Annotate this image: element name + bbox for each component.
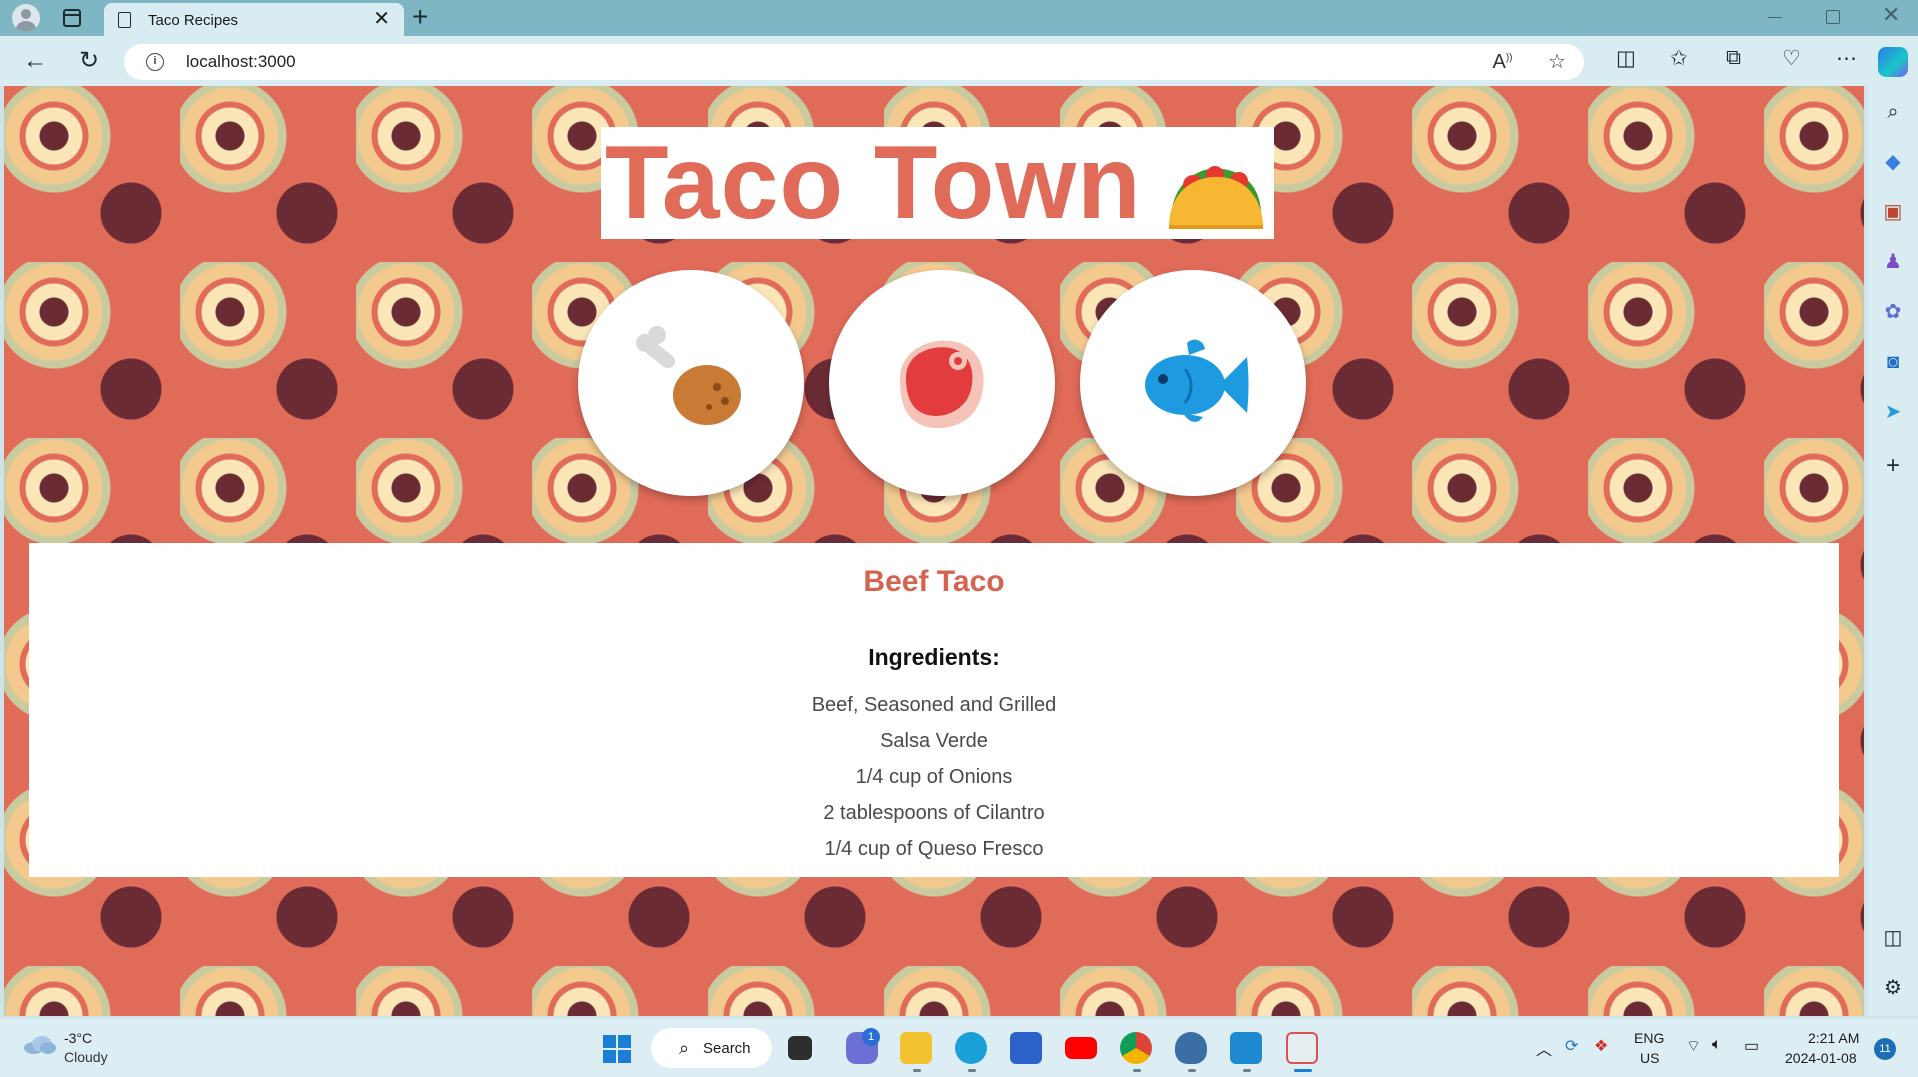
site-info-icon[interactable]: i bbox=[146, 53, 164, 71]
copilot-icon[interactable] bbox=[1878, 47, 1908, 77]
clock-date[interactable]: 2024-01-08 bbox=[1785, 1050, 1857, 1066]
running-indicator bbox=[1133, 1069, 1141, 1072]
site-title: Taco Town bbox=[605, 125, 1142, 241]
sync-icon[interactable]: ⟳ bbox=[1565, 1036, 1578, 1056]
ingredients-heading: Ingredients: bbox=[868, 644, 1000, 670]
keyboard-layout-indicator[interactable]: US bbox=[1640, 1050, 1659, 1066]
edge-browser-icon[interactable] bbox=[955, 1032, 987, 1064]
page-document-icon bbox=[118, 12, 131, 28]
page-viewport: Taco Town Beef Taco Ingredients: Beef, S… bbox=[4, 86, 1864, 1016]
edge-sidebar: ⌕ ◆ ▣ ♟ ✿ ◙ ➤ + ◫ ⚙ bbox=[1868, 86, 1918, 1016]
read-aloud-icon[interactable]: A)) bbox=[1492, 51, 1512, 73]
close-window-button[interactable]: ✕ bbox=[1882, 2, 1900, 28]
favorite-star-icon[interactable]: ☆ bbox=[1548, 51, 1566, 73]
ingredient-item: 1/4 cup of Queso Fresco bbox=[824, 838, 1044, 860]
tab-title: Taco Recipes bbox=[148, 12, 239, 29]
ingredient-item: 1/4 cup of Onions bbox=[855, 766, 1013, 788]
tab-actions-icon[interactable] bbox=[63, 9, 81, 27]
profile-avatar-icon[interactable] bbox=[12, 4, 40, 32]
running-indicator bbox=[1188, 1069, 1196, 1072]
add-sidebar-app-icon[interactable]: + bbox=[1881, 454, 1905, 478]
poultry-leg-icon bbox=[636, 326, 741, 425]
close-tab-button[interactable]: ✕ bbox=[373, 8, 390, 30]
fish-category-button[interactable] bbox=[1080, 270, 1306, 496]
restore-window-button[interactable] bbox=[1826, 10, 1840, 24]
new-tab-button[interactable]: + bbox=[412, 2, 428, 32]
cloud-icon[interactable] bbox=[22, 1034, 56, 1054]
settings-gear-icon[interactable]: ⚙ bbox=[1881, 976, 1905, 1000]
weather-temperature[interactable]: -3°C bbox=[64, 1030, 92, 1046]
cut-of-meat-icon bbox=[900, 340, 984, 429]
collections-icon[interactable]: ⧉ bbox=[1726, 46, 1741, 70]
app-tray-icon[interactable]: ❖ bbox=[1594, 1036, 1608, 1056]
ingredient-item: 2 tablespoons of Cilantro bbox=[823, 802, 1045, 824]
browser-essentials-icon[interactable]: ♡ bbox=[1782, 46, 1801, 71]
wifi-icon[interactable]: ⌔ bbox=[1686, 1036, 1701, 1056]
hide-sidebar-icon[interactable]: ◫ bbox=[1881, 926, 1905, 950]
more-options-icon[interactable]: ⋯ bbox=[1836, 46, 1857, 71]
weather-condition[interactable]: Cloudy bbox=[64, 1049, 108, 1065]
beef-category-button[interactable] bbox=[829, 270, 1055, 496]
split-screen-icon[interactable]: ◫ bbox=[1616, 46, 1636, 71]
ingredient-item: Salsa Verde bbox=[880, 730, 988, 752]
search-icon: ⌕ bbox=[679, 1038, 690, 1058]
snipping-tool-icon[interactable] bbox=[1286, 1032, 1318, 1064]
chicken-category-button[interactable] bbox=[578, 270, 804, 496]
language-indicator[interactable]: ENG bbox=[1634, 1030, 1664, 1046]
taco-icon bbox=[1169, 166, 1263, 229]
youtube-icon[interactable] bbox=[1065, 1037, 1097, 1059]
show-hidden-icons-chevron-icon[interactable]: ︿ bbox=[1536, 1036, 1552, 1060]
active-indicator bbox=[1294, 1069, 1312, 1072]
outlook-icon[interactable]: ◙ bbox=[1881, 350, 1905, 374]
chat-badge: 1 bbox=[862, 1028, 880, 1046]
back-arrow-icon[interactable]: ← bbox=[20, 46, 50, 76]
file-explorer-icon[interactable] bbox=[900, 1032, 932, 1064]
tab-taco-recipes[interactable]: Taco Recipes ✕ bbox=[104, 3, 404, 36]
taskbar-search-button[interactable]: ⌕ Search bbox=[651, 1028, 772, 1068]
fish-icon bbox=[1145, 339, 1249, 422]
vs-code-icon[interactable] bbox=[1230, 1032, 1262, 1064]
ingredient-item: Beef, Seasoned and Grilled bbox=[811, 694, 1057, 716]
notification-badge[interactable]: 11 bbox=[1874, 1038, 1896, 1060]
windows-taskbar: -3°C Cloudy ⌕ Search 1 ︿ ⟳ ❖ ENG US ⌔ 🔈︎… bbox=[0, 1018, 1918, 1077]
games-icon[interactable]: ♟ bbox=[1881, 250, 1905, 274]
running-indicator bbox=[1243, 1069, 1251, 1072]
favorites-icon[interactable]: ✩ bbox=[1670, 46, 1688, 71]
minimize-window-button[interactable] bbox=[1768, 17, 1782, 18]
microsoft-store-icon[interactable] bbox=[1010, 1032, 1042, 1064]
site-header: Taco Town bbox=[601, 127, 1274, 239]
search-label: Search bbox=[703, 1040, 751, 1057]
recipe-card: Beef Taco Ingredients: Beef, Seasoned an… bbox=[29, 543, 1839, 877]
running-indicator bbox=[913, 1069, 921, 1072]
microsoft-365-icon[interactable]: ✿ bbox=[1881, 300, 1905, 324]
search-icon[interactable]: ⌕ bbox=[1881, 100, 1905, 124]
browser-title-bar: Taco Recipes ✕ + ✕ bbox=[0, 0, 1918, 36]
chrome-icon[interactable] bbox=[1120, 1032, 1152, 1064]
volume-icon[interactable]: 🔈︎ bbox=[1712, 1036, 1722, 1054]
address-bar[interactable]: i localhost:3000 A)) ☆ bbox=[124, 44, 1584, 80]
postgresql-icon[interactable] bbox=[1175, 1032, 1207, 1064]
tools-icon[interactable]: ▣ bbox=[1881, 200, 1905, 224]
ingredients-list: Beef, Seasoned and Grilled Salsa Verde 1… bbox=[29, 692, 1839, 872]
task-view-icon[interactable] bbox=[788, 1036, 812, 1060]
battery-icon[interactable]: ▭ bbox=[1744, 1036, 1759, 1056]
shopping-tag-icon[interactable]: ◆ bbox=[1881, 150, 1905, 174]
url-text[interactable]: localhost:3000 bbox=[186, 52, 296, 72]
windows-start-icon[interactable] bbox=[603, 1035, 631, 1063]
send-icon[interactable]: ➤ bbox=[1881, 400, 1905, 424]
running-indicator bbox=[968, 1069, 976, 1072]
clock-time[interactable]: 2:21 AM bbox=[1808, 1030, 1859, 1046]
refresh-icon[interactable]: ↻ bbox=[74, 46, 104, 76]
recipe-title: Beef Taco bbox=[863, 565, 1005, 598]
